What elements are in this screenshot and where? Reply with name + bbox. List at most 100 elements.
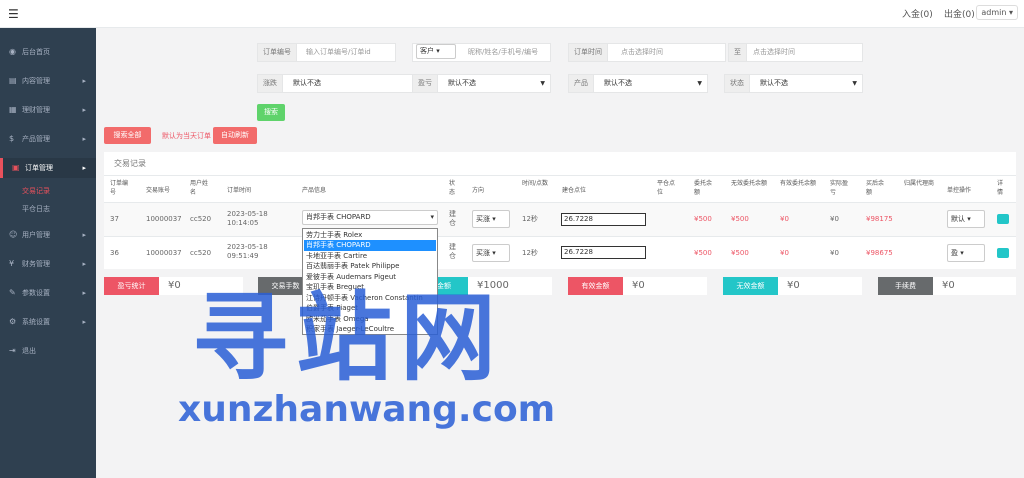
order-time-to-field[interactable]: 至 点击选择时间 (728, 43, 863, 62)
col-header-status: 状态 (449, 180, 456, 196)
sidebar-item-label: 退出 (22, 347, 36, 355)
order-time: 2023-05-18 10:14:05 (227, 210, 268, 227)
col-header-order-no: 订单编号 (110, 180, 129, 196)
pnl-label: 盈亏 (413, 75, 438, 92)
customer-type-select[interactable]: 客户 ▾ (416, 44, 456, 59)
finance-icon: ▦ (9, 105, 17, 114)
product-select[interactable]: 产品 默认不选 ▼ (568, 74, 708, 93)
sidebar-item-label: 订单管理 (25, 164, 53, 172)
params-icon: ✎ (9, 288, 16, 297)
stat-value: ¥0 (787, 280, 800, 291)
order-time: 2023-05-18 09:51:49 (227, 243, 268, 260)
status-label: 状态 (725, 75, 750, 92)
search-button[interactable]: 搜索 (257, 104, 285, 121)
chevron-right-icon: ▸ (82, 231, 86, 239)
hamburger-icon[interactable]: ☰ (8, 7, 19, 21)
divider (104, 175, 1016, 176)
sidebar-item-label: 财务管理 (22, 260, 50, 268)
panel-title: 交易记录 (114, 159, 146, 168)
product-value: 肖邦手表 CHOPARD (306, 213, 371, 221)
col-header-invalid: 无效委托余额 (731, 180, 768, 187)
direction-select[interactable]: 买涨 ▾ (472, 210, 510, 228)
sidebar-item-home[interactable]: ◉ 后台首页 (0, 42, 96, 62)
admin-label: admin (981, 8, 1007, 17)
col-header-direction: 方向 (472, 187, 485, 194)
user-icon: ☺ (9, 230, 18, 239)
deposit-link[interactable]: 入金(0) (902, 7, 933, 20)
watermark-cn: 寻站网 (192, 282, 504, 394)
sidebar-item-label: 内容管理 (22, 77, 50, 85)
control-select[interactable]: 默认 ▾ (947, 210, 985, 228)
sidebar-item-money[interactable]: ¥ 财务管理 ▸ (0, 254, 96, 274)
sidebar-item-user[interactable]: ☺ 用户管理 ▸ (0, 225, 96, 245)
sidebar-item-content[interactable]: ▤ 内容管理 ▸ (0, 71, 96, 91)
sidebar-item-product[interactable]: $ 产品管理 ▸ (0, 129, 96, 149)
chevron-right-icon: ▸ (82, 77, 86, 85)
detail-icon[interactable] (997, 214, 1009, 224)
direction-select[interactable]: 买涨 ▾ (472, 244, 510, 262)
detail-icon[interactable] (997, 248, 1009, 258)
order-number-placeholder: 输入订单编号/订单id (306, 48, 371, 56)
chevron-down-icon: ▼ (852, 80, 857, 87)
order-id: 36 (110, 249, 119, 257)
status: 建仓 (449, 210, 456, 227)
col-header-seconds: 时间/点数 (522, 180, 549, 187)
col-header-after: 买后余额 (866, 180, 885, 196)
account: 10000037 (146, 215, 182, 223)
top-navbar: ☰ 入金(0) 出金(0) admin ▾ (0, 0, 1024, 28)
sidebar-sub-close-log[interactable]: 平仓日志 (22, 204, 50, 214)
sidebar-item-finance[interactable]: ▦ 理财管理 ▸ (0, 100, 96, 120)
dropdown-option[interactable]: 百达翡丽手表 Patek Philippe (304, 261, 436, 272)
actual-pnl: ¥0 (830, 215, 839, 223)
chevron-right-icon: ▸ (82, 106, 86, 114)
pnl-value: 默认不选 (448, 79, 476, 87)
trade-records-panel: 交易记录 订单编号 交易账号 用户姓名 订单时间 产品信息 状态 方向 时间/点… (104, 152, 1016, 269)
col-header-agent: 归属代理商 (904, 180, 935, 187)
order-number-field[interactable]: 订单编号 输入订单编号/订单id (257, 43, 396, 62)
valid-balance: ¥0 (780, 215, 789, 223)
open-price-input[interactable]: 26.7228 (561, 246, 646, 259)
sidebar-item-settings[interactable]: ⚙ 系统设置 ▸ (0, 312, 96, 332)
seconds: 12秒 (522, 249, 538, 257)
col-header-valid: 有效委托余额 (780, 180, 817, 187)
stat-invalid: 无效金额 ¥0 (723, 277, 862, 295)
sidebar-sub-trade-records[interactable]: 交易记录 (22, 186, 50, 196)
search-all-button[interactable]: 搜索全部 (104, 127, 151, 144)
user-name: cc520 (190, 249, 212, 257)
auto-refresh-button[interactable]: 自动刷新 (213, 127, 257, 144)
status-select[interactable]: 状态 默认不选 ▼ (724, 74, 863, 93)
today-orders-label: 默认为当天订单 (162, 132, 211, 140)
chevron-down-icon: ▼ (697, 80, 702, 87)
dropdown-option[interactable]: 肖邦手表 CHOPARD (304, 240, 436, 251)
chevron-down-icon: ▾ (1008, 8, 1013, 17)
col-header-control: 单控操作 (947, 187, 972, 194)
control-select[interactable]: 盈 ▾ (947, 244, 985, 262)
col-header-product: 产品信息 (302, 187, 327, 194)
account: 10000037 (146, 249, 182, 257)
entrust-balance: ¥500 (694, 215, 712, 223)
chevron-down-icon: ▼ (540, 80, 545, 87)
to-label: 至 (729, 44, 747, 61)
sidebar-item-params[interactable]: ✎ 参数设置 ▸ (0, 283, 96, 303)
col-header-name: 用户姓名 (190, 180, 209, 196)
after-balance: ¥98675 (866, 249, 893, 257)
control-value: 默认 (951, 215, 965, 223)
table-row: 36 10000037 cc520 2023-05-18 09:51:49 建仓… (104, 236, 1016, 270)
entrust-balance: ¥500 (694, 249, 712, 257)
customer-type-value: 客户 (420, 47, 434, 55)
valid-balance: ¥0 (780, 249, 789, 257)
product-info-select[interactable]: 肖邦手表 CHOPARD ▾ (302, 210, 438, 225)
product-icon: $ (9, 134, 15, 143)
customer-field[interactable]: 客户 ▾ 昵称/姓名/手机号/编号 (412, 43, 551, 62)
sidebar-item-order[interactable]: ▣ 订单管理 ▸ (0, 158, 96, 178)
col-header-time: 订单时间 (227, 187, 252, 194)
sidebar-item-logout[interactable]: ⇥ 退出 (0, 341, 96, 361)
order-time-from-placeholder: 点击选择时间 (621, 48, 663, 56)
open-price-input[interactable]: 26.7228 (561, 213, 646, 226)
status-value: 默认不选 (760, 79, 788, 87)
sidebar-item-label: 参数设置 (22, 289, 50, 297)
withdraw-link[interactable]: 出金(0) (944, 7, 975, 20)
order-time-from-field[interactable]: 订单时间 点击选择时间 (568, 43, 726, 62)
pnl-select[interactable]: 盈亏 默认不选 ▼ (412, 74, 551, 93)
admin-dropdown[interactable]: admin ▾ (976, 5, 1018, 20)
